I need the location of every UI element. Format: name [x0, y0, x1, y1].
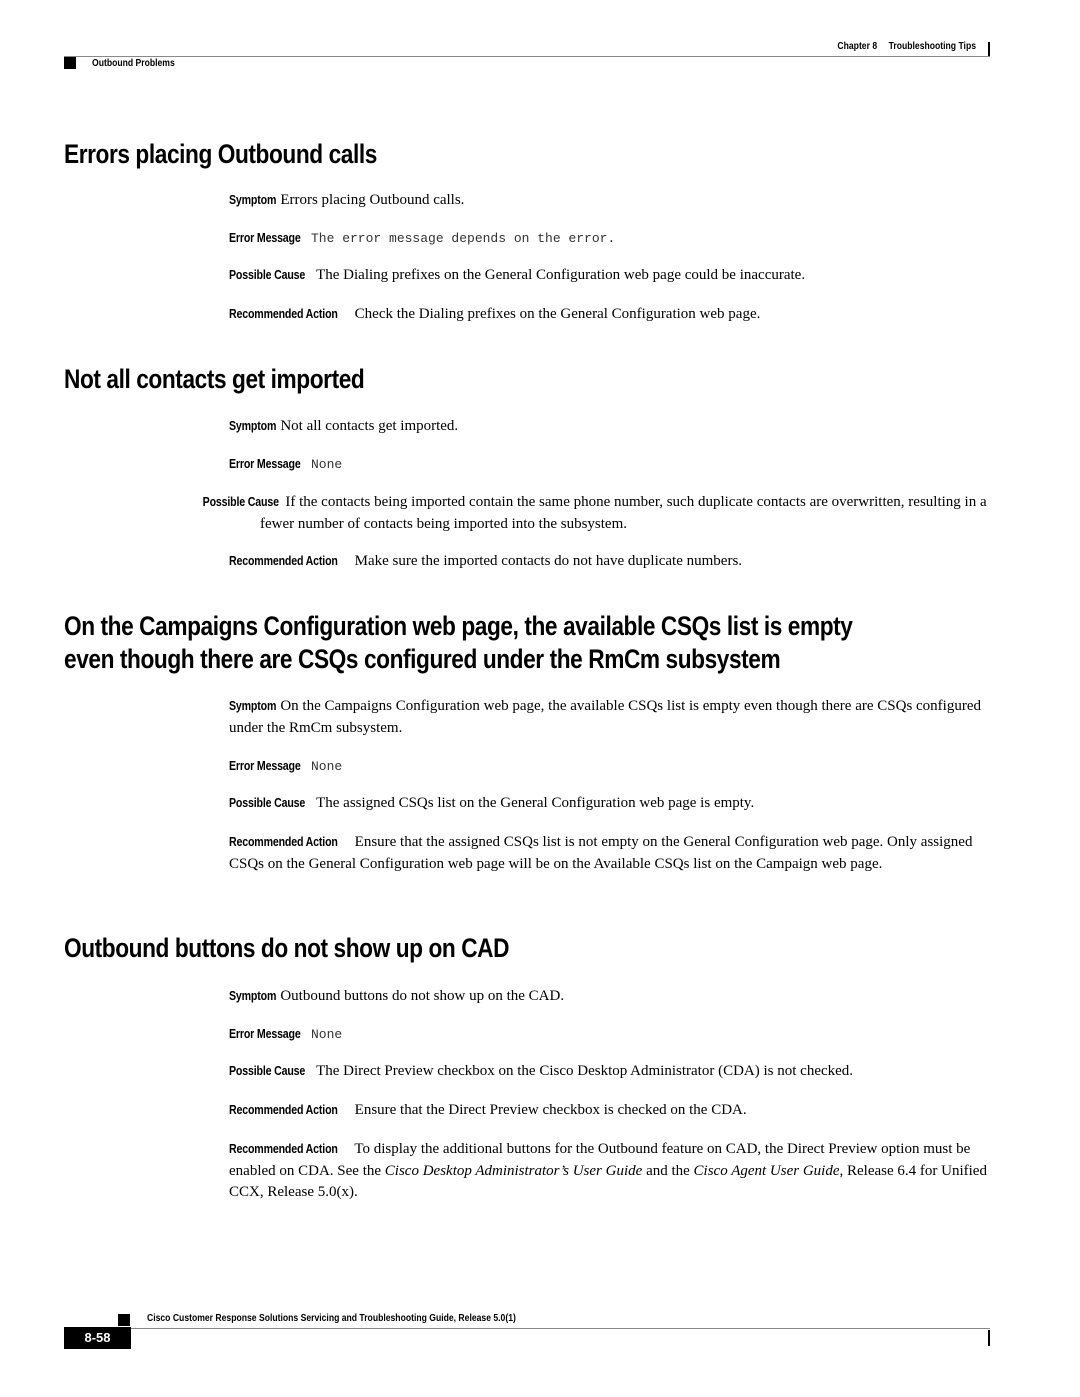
entry-label: Possible Cause — [202, 495, 279, 509]
entry-label: Possible Cause — [229, 796, 306, 810]
entry-text: If the contacts being imported contain t… — [260, 494, 987, 532]
entry-recommended-action: Recommended Action Ensure that the assig… — [229, 832, 989, 875]
entry-symptom: Symptom Not all contacts get imported. — [229, 416, 989, 438]
section-heading: Not all contacts get imported — [64, 364, 365, 394]
entry-label: Recommended Action — [229, 554, 338, 568]
header-rule — [64, 56, 990, 57]
entry-label: Recommended Action — [229, 835, 338, 849]
entry-symptom: Symptom On the Campaigns Configuration w… — [229, 696, 989, 739]
entry-error-message: Error Message None — [229, 454, 989, 476]
entry-possible-cause: Possible Cause If the contacts being imp… — [202, 492, 990, 535]
entry-text: The Direct Preview checkbox on the Cisco… — [316, 1063, 854, 1079]
entry-possible-cause: Possible Cause The Dialing prefixes on t… — [229, 265, 989, 287]
footer-bar-mark — [988, 1330, 990, 1346]
entry-text: The Dialing prefixes on the General Conf… — [316, 267, 806, 283]
entry-possible-cause: Possible Cause The assigned CSQs list on… — [229, 793, 989, 815]
entry-label: Possible Cause — [229, 268, 306, 282]
error-code-text: None — [311, 457, 343, 472]
entry-error-message: Error Message None — [229, 1024, 989, 1046]
error-code-text: The error message depends on the error. — [311, 231, 616, 246]
entry-recommended-action: Recommended Action Ensure that the Direc… — [229, 1100, 989, 1122]
entry-possible-cause: Possible Cause The Direct Preview checkb… — [229, 1061, 989, 1083]
header-bar-mark — [988, 42, 990, 57]
entry-label: Error Message — [229, 457, 301, 471]
entry-text: Errors placing Outbound calls. — [280, 192, 465, 208]
entry-label: Recommended Action — [229, 307, 338, 321]
entry-label: Symptom — [229, 989, 277, 1003]
entry-label: Symptom — [229, 699, 277, 713]
entry-text: Ensure that the assigned CSQs list is no… — [229, 834, 973, 872]
entry-label: Recommended Action — [229, 1142, 338, 1156]
section-heading: Outbound buttons do not show up on CAD — [64, 933, 510, 963]
entry-text: The assigned CSQs list on the General Co… — [316, 795, 755, 811]
entry-text: Check the Dialing prefixes on the Genera… — [354, 306, 761, 322]
entry-text: Outbound buttons do not show up on the C… — [280, 988, 565, 1004]
entry-text: Make sure the imported contacts do not h… — [354, 553, 743, 569]
error-code-text: None — [311, 1027, 343, 1042]
entry-recommended-action: Recommended Action Check the Dialing pre… — [229, 304, 989, 326]
chapter-title: Troubleshooting Tips — [888, 40, 976, 52]
entry-label: Possible Cause — [229, 1064, 306, 1078]
entry-text: Not all contacts get imported. — [280, 418, 459, 434]
footer-document-title: Cisco Customer Response Solutions Servic… — [147, 1312, 516, 1324]
doc-reference-link: Cisco Agent User Guide — [693, 1162, 840, 1179]
entry-label: Error Message — [229, 1027, 301, 1041]
entry-label: Symptom — [229, 193, 277, 207]
entry-error-message: Error Message The error message depends … — [229, 228, 989, 250]
entry-label: Symptom — [229, 419, 277, 433]
entry-text: Ensure that the Direct Preview checkbox … — [354, 1102, 747, 1118]
entry-text: On the Campaigns Configuration web page,… — [229, 698, 981, 736]
doc-reference-link: Cisco Desktop Administrator’s User Guide — [384, 1162, 643, 1179]
entry-recommended-action: Recommended Action Make sure the importe… — [229, 551, 989, 573]
entry-text: and the — [642, 1162, 694, 1179]
entry-recommended-action: Recommended Action To display the additi… — [229, 1139, 989, 1204]
section-heading-line-1: On the Campaigns Configuration web page,… — [64, 611, 853, 641]
entry-label: Error Message — [229, 231, 301, 245]
footer-rule — [118, 1328, 990, 1329]
entry-label: Error Message — [229, 759, 301, 773]
section-marker-square — [64, 57, 76, 69]
chapter-number: Chapter 8 — [837, 40, 878, 52]
error-code-text: None — [311, 759, 343, 774]
running-header-section: Outbound Problems — [92, 57, 175, 69]
section-heading-line-2: even though there are CSQs configured un… — [64, 644, 781, 674]
section-heading: Errors placing Outbound calls — [64, 139, 377, 169]
entry-symptom: Symptom Outbound buttons do not show up … — [229, 986, 989, 1008]
footer-marker-square — [118, 1314, 130, 1326]
entry-symptom: Symptom Errors placing Outbound calls. — [229, 190, 989, 212]
page-number: 8-58 — [64, 1327, 131, 1349]
entry-error-message: Error Message None — [229, 756, 989, 778]
running-header-chapter: Chapter 8 Troubleshooting Tips — [837, 40, 976, 52]
entry-label: Recommended Action — [229, 1103, 338, 1117]
